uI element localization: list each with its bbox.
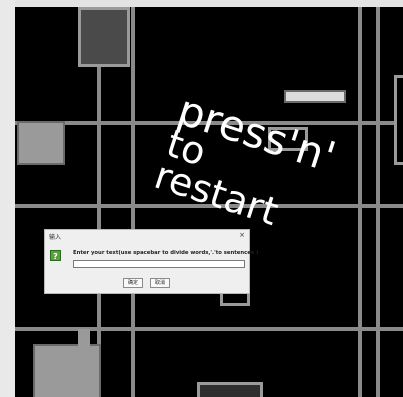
window-top-edge — [0, 0, 403, 7]
edge-block — [394, 75, 403, 165]
cancel-button[interactable]: 取消 — [150, 278, 170, 288]
input-dialog[interactable]: 输入 × ? Enter your text(use spacebar to d… — [44, 229, 258, 294]
grid-line — [376, 7, 380, 397]
grid-line — [15, 327, 403, 331]
game-canvas[interactable]: press'n' to restart — [15, 7, 403, 397]
grid-line — [358, 7, 362, 397]
white-bar — [284, 90, 346, 103]
gray-block — [17, 121, 65, 165]
close-icon[interactable]: × — [239, 231, 245, 239]
question-icon: ? — [50, 250, 61, 261]
ok-button[interactable]: 确定 — [123, 278, 143, 288]
text-input[interactable] — [73, 260, 245, 268]
grid-line — [131, 7, 135, 397]
window-left-edge — [0, 0, 15, 397]
dark-block — [197, 382, 263, 397]
dialog-prompt: Enter your text(use spacebar to divide w… — [73, 250, 259, 256]
small-post — [78, 329, 90, 351]
restart-hint-line-3: restart — [149, 153, 284, 234]
gray-block — [33, 344, 101, 397]
dark-block — [78, 7, 130, 67]
dialog-title: 输入 — [49, 234, 62, 241]
